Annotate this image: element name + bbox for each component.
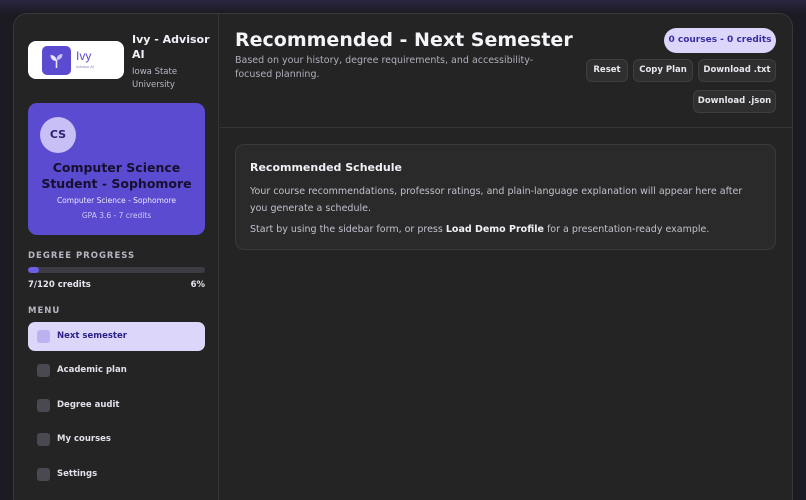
copy-plan-button[interactable]: Copy Plan — [633, 59, 693, 82]
menu-square-icon — [37, 433, 50, 446]
menu-item-academic-plan[interactable]: Academic plan — [28, 356, 205, 385]
avatar: CS — [40, 117, 76, 153]
sprout-icon — [42, 46, 71, 75]
menu-square-icon — [37, 468, 50, 481]
menu-item-my-courses[interactable]: My courses — [28, 425, 205, 454]
menu-label: MENU — [28, 306, 61, 316]
logo[interactable]: Ivy Advisor AI — [28, 41, 124, 79]
reset-button[interactable]: Reset — [586, 59, 628, 82]
page-subtitle: Based on your history, degree requiremen… — [235, 55, 534, 80]
menu-item-settings[interactable]: Settings — [28, 460, 205, 489]
menu-item-degree-audit[interactable]: Degree audit — [28, 391, 205, 420]
menu-item-label: My courses — [57, 434, 111, 444]
menu-item-label: Academic plan — [57, 365, 127, 375]
card-description: Your course recommendations, professor r… — [250, 186, 743, 214]
degree-progress-label: DEGREE PROGRESS — [28, 251, 136, 261]
profile-name: Computer Science Student - Sophomore — [41, 160, 192, 191]
progress-percent: 6% — [190, 280, 205, 290]
main-content: Recommended - Next Semester Based on you… — [220, 14, 792, 500]
page-title: Recommended - Next Semester — [235, 29, 573, 51]
download-json-button[interactable]: Download .json — [693, 90, 776, 113]
recommended-schedule-card: Recommended Schedule Your course recomme… — [235, 144, 776, 250]
profile-card: CS Computer Science Student - Sophomore … — [28, 103, 205, 235]
school-name: Iowa State University — [132, 67, 178, 90]
load-demo-profile-text: Load Demo Profile — [445, 224, 544, 235]
profile-major: Computer Science - Sophomore — [56, 196, 177, 205]
menu-square-icon — [37, 364, 50, 377]
logo-text: Ivy — [76, 49, 92, 63]
menu-item-label: Degree audit — [57, 400, 120, 410]
card-instructions: Start by using the sidebar form, or pres… — [250, 221, 760, 238]
degree-progress-bar — [28, 267, 205, 273]
menu-item-label: Settings — [57, 469, 98, 479]
instructions-text-end: for a presentation-ready example. — [543, 224, 710, 235]
logo-subtext: Advisor AI — [76, 64, 95, 69]
menu-square-icon — [37, 399, 50, 412]
card-title: Recommended Schedule — [250, 161, 402, 174]
menu-item-next-semester[interactable]: Next semester — [28, 322, 205, 351]
app-name: Ivy - Advisor AI — [132, 33, 210, 61]
header-divider — [220, 127, 792, 128]
download-txt-button[interactable]: Download .txt — [698, 59, 776, 82]
app-window: Ivy Advisor AI Ivy - Advisor AI Iowa Sta… — [13, 13, 793, 500]
profile-gpa-credits: GPA 3.6 - 7 credits — [81, 211, 152, 220]
menu-item-label: Next semester — [57, 331, 127, 341]
degree-progress-fill — [28, 267, 39, 273]
window-top-glow — [0, 0, 806, 14]
menu-square-icon — [37, 330, 50, 343]
summary-badge: 0 courses - 0 credits — [664, 28, 776, 53]
sidebar: Ivy Advisor AI Ivy - Advisor AI Iowa Sta… — [14, 14, 219, 500]
progress-credits: 7/120 credits — [28, 280, 91, 290]
instructions-text: Start by using the sidebar form, or pres… — [250, 224, 446, 235]
